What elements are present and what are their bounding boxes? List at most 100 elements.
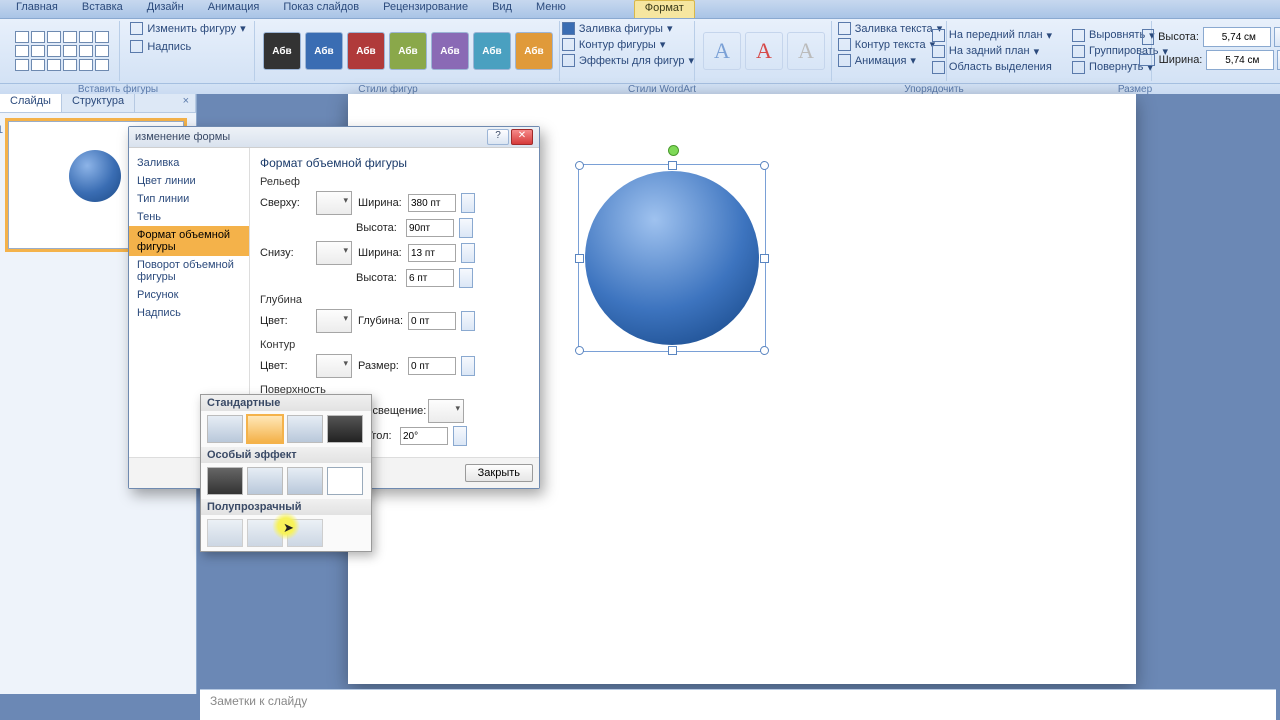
tab[interactable]: Дизайн [137, 0, 194, 18]
top-bevel-combo[interactable] [316, 191, 352, 215]
nav-line-color[interactable]: Цвет линии [129, 172, 249, 190]
edit-shape-button[interactable]: Изменить фигуру ▾ [126, 21, 249, 36]
nav-fill[interactable]: Заливка [129, 154, 249, 172]
spinner[interactable] [461, 356, 475, 376]
shape-fill-button[interactable]: Заливка фигуры ▾ [558, 21, 677, 36]
textbox-button[interactable]: Надпись [126, 39, 195, 54]
depth-input[interactable] [408, 312, 456, 330]
wordart-style[interactable]: А [703, 32, 741, 70]
selection-box[interactable] [578, 164, 766, 352]
nav-picture[interactable]: Рисунок [129, 286, 249, 304]
resize-handle[interactable] [668, 161, 677, 170]
help-button[interactable]: ? [487, 129, 509, 145]
material-option[interactable] [287, 519, 323, 547]
selection-pane-button[interactable]: Область выделения [928, 60, 1056, 75]
nav-textbox[interactable]: Надпись [129, 304, 249, 322]
section-depth: Глубина [260, 294, 529, 306]
shape-outline-button[interactable]: Контур фигуры ▾ [558, 37, 669, 52]
bot-width-input[interactable] [408, 244, 456, 262]
shape-effects-button[interactable]: Эффекты для фигур ▾ [558, 53, 698, 68]
material-option[interactable] [287, 415, 323, 443]
material-option[interactable] [287, 467, 323, 495]
rotate-handle[interactable] [668, 145, 679, 156]
spinner[interactable] [461, 243, 475, 263]
shape-style[interactable]: Абв [305, 32, 343, 70]
resize-handle[interactable] [668, 346, 677, 355]
shape-style[interactable]: Абв [263, 32, 301, 70]
resize-handle[interactable] [575, 346, 584, 355]
close-pane-icon[interactable]: × [177, 94, 196, 112]
tab[interactable]: Анимация [198, 0, 270, 18]
tab[interactable]: Меню [526, 0, 576, 18]
material-option[interactable] [247, 519, 283, 547]
tab-format[interactable]: Формат [634, 0, 695, 18]
popup-cat-translucent: Полупрозрачный [201, 499, 371, 515]
tab[interactable]: Показ слайдов [273, 0, 369, 18]
bring-front-button[interactable]: На передний план ▾ [928, 28, 1056, 43]
material-option[interactable] [327, 415, 363, 443]
send-back-button[interactable]: На задний план ▾ [928, 44, 1056, 59]
spinner[interactable] [461, 193, 475, 213]
shape-style[interactable]: Абв [515, 32, 553, 70]
resize-handle[interactable] [760, 346, 769, 355]
contour-size-input[interactable] [408, 357, 456, 375]
popup-cat-standard: Стандартные [201, 395, 371, 411]
close-icon[interactable]: ✕ [511, 129, 533, 145]
slides-tab[interactable]: Слайды [0, 94, 62, 112]
resize-handle[interactable] [575, 161, 584, 170]
lighting-combo[interactable] [428, 399, 464, 423]
close-button[interactable]: Закрыть [465, 464, 533, 482]
material-option[interactable] [247, 415, 283, 443]
nav-shadow[interactable]: Тень [129, 208, 249, 226]
shape-gallery[interactable] [15, 31, 109, 71]
top-height-input[interactable] [406, 219, 454, 237]
material-option[interactable] [207, 467, 243, 495]
material-option[interactable] [327, 467, 363, 495]
notes-pane[interactable]: Заметки к слайду [200, 689, 1276, 720]
popup-cat-special: Особый эффект [201, 447, 371, 463]
section-contour: Контур [260, 339, 529, 351]
material-option[interactable] [247, 467, 283, 495]
shape-style[interactable]: Абв [347, 32, 385, 70]
bot-height-input[interactable] [406, 269, 454, 287]
depth-color-combo[interactable] [316, 309, 352, 333]
slide-number: 1 [0, 124, 3, 136]
tab[interactable]: Вставка [72, 0, 133, 18]
tab[interactable]: Вид [482, 0, 522, 18]
resize-handle[interactable] [760, 161, 769, 170]
bottom-bevel-combo[interactable] [316, 241, 352, 265]
tab[interactable]: Главная [6, 0, 68, 18]
shape-style[interactable]: Абв [389, 32, 427, 70]
wordart-style[interactable]: А [787, 32, 825, 70]
spinner[interactable] [459, 268, 473, 288]
top-width-input[interactable] [408, 194, 456, 212]
resize-handle[interactable] [760, 254, 769, 263]
text-outline-button[interactable]: Контур текста ▾ [834, 37, 939, 52]
spinner[interactable] [453, 426, 467, 446]
dialog-titlebar[interactable]: изменение формы ? ✕ [129, 127, 539, 147]
spinner[interactable] [459, 218, 473, 238]
tab[interactable]: Рецензирование [373, 0, 478, 18]
ribbon: Изменить фигуру ▾ Надпись Абв Абв Абв Аб… [0, 19, 1280, 84]
material-option[interactable] [207, 415, 243, 443]
spinner[interactable] [1274, 27, 1280, 47]
width-row: Ширина: [1139, 50, 1280, 70]
wordart-style[interactable]: А [745, 32, 783, 70]
spinner[interactable] [461, 311, 475, 331]
material-option[interactable] [207, 519, 243, 547]
nav-3d-format[interactable]: Формат объемной фигуры [129, 226, 249, 256]
resize-handle[interactable] [575, 254, 584, 263]
outline-tab[interactable]: Структура [62, 94, 135, 112]
sphere-shape[interactable] [585, 171, 759, 345]
contour-color-combo[interactable] [316, 354, 352, 378]
nav-3d-rotation[interactable]: Поворот объемной фигуры [129, 256, 249, 286]
nav-line-type[interactable]: Тип линии [129, 190, 249, 208]
width-input[interactable] [1206, 50, 1274, 70]
height-icon [1142, 29, 1154, 45]
shape-style[interactable]: Абв [473, 32, 511, 70]
height-input[interactable] [1203, 27, 1271, 47]
text-anim-button[interactable]: Анимация ▾ [834, 53, 920, 68]
angle-input[interactable] [400, 427, 448, 445]
shape-style[interactable]: Абв [431, 32, 469, 70]
section-relief: Рельеф [260, 176, 529, 188]
